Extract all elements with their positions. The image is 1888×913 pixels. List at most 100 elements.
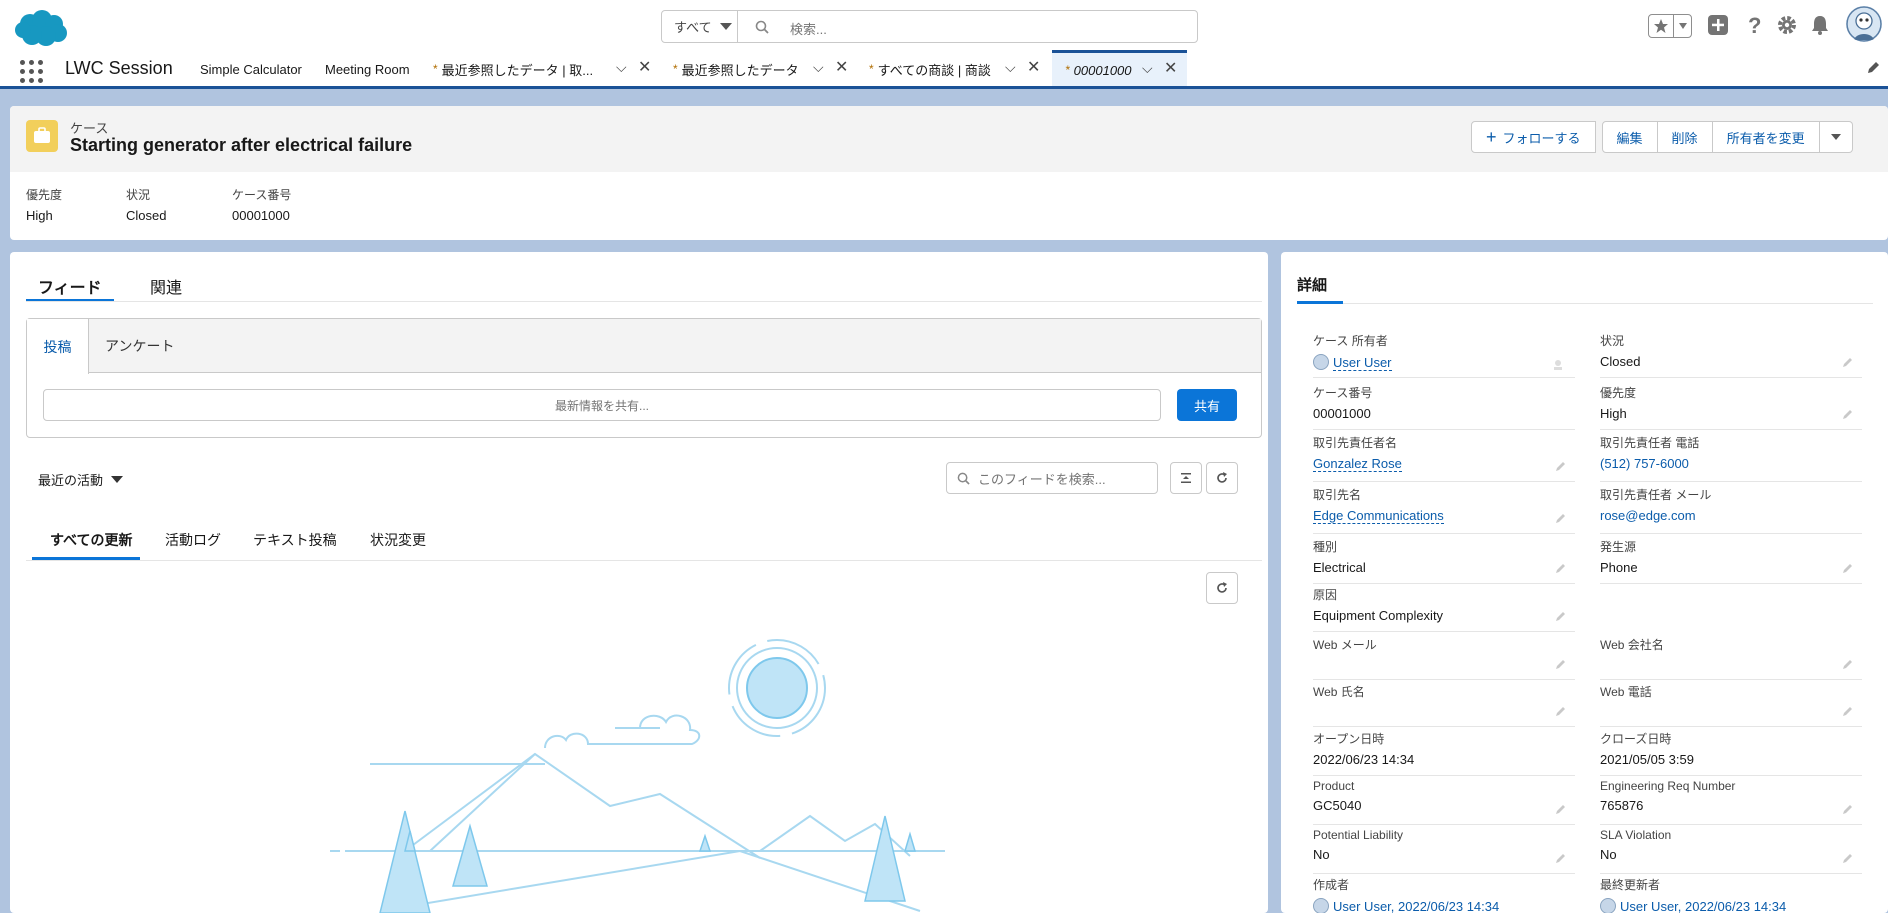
edit-pencil-icon[interactable] [1555, 562, 1567, 577]
field-type: 種別 Electrical [1313, 538, 1575, 584]
case-briefcase-icon [26, 120, 58, 152]
field-label: Engineering Req Number [1600, 779, 1736, 793]
field-value: 00001000 [1313, 406, 1371, 421]
sort-label: 最近の活動 [38, 473, 104, 488]
edit-nav-icon[interactable] [1866, 61, 1880, 75]
edit-pencil-icon[interactable] [1842, 356, 1854, 371]
edit-pencil-icon[interactable] [1555, 512, 1567, 527]
close-icon[interactable]: ✕ [1164, 58, 1177, 78]
field-label: ケース 所有者 [1313, 334, 1388, 348]
filter-tab-status-changes[interactable]: 状況変更 [370, 530, 426, 558]
help-icon[interactable]: ? [1745, 14, 1765, 36]
edit-pencil-icon[interactable] [1555, 803, 1567, 818]
bell-icon[interactable] [1810, 14, 1830, 36]
follow-button[interactable]: + フォローする [1471, 121, 1596, 153]
owner-link[interactable]: User User [1313, 354, 1575, 371]
field-label: 取引先責任者 電話 [1600, 436, 1700, 450]
nav-tab-meeting-room[interactable]: Meeting Room [325, 52, 410, 86]
nav-tab-label: 最近参照したデータ | 取... [441, 62, 594, 78]
gear-icon[interactable] [1776, 14, 1798, 36]
tab-feed[interactable]: フィード [26, 268, 114, 300]
edit-pencil-icon[interactable] [1555, 705, 1567, 720]
tab-related[interactable]: 関連 [138, 268, 194, 300]
feed-search-input[interactable]: このフィードを検索... [946, 462, 1158, 494]
global-search[interactable]: すべて 検索... [661, 10, 1198, 43]
nav-tab-label: すべての商談 | 商談 [877, 62, 991, 78]
app-launcher-icon[interactable] [20, 60, 43, 83]
nav-tab-case-00001000[interactable]: * 00001000 ⌵ ✕ [1052, 50, 1187, 86]
user-avatar[interactable] [1846, 6, 1882, 42]
chevron-down-icon[interactable]: ⌵ [1005, 59, 1016, 76]
edit-pencil-icon[interactable] [1842, 705, 1854, 720]
field-value[interactable]: (512) 757-6000 [1600, 456, 1862, 471]
share-button[interactable]: 共有 [1177, 389, 1237, 421]
avatar [1600, 898, 1616, 913]
nav-tab-recent-accounts[interactable]: * 最近参照したデータ | 取... ⌵ ✕ [433, 52, 653, 86]
nav-tab-simple-calculator[interactable]: Simple Calculator [200, 52, 302, 86]
field-origin: 発生源 Phone [1600, 538, 1862, 584]
edit-pencil-icon[interactable] [1842, 658, 1854, 673]
edit-pencil-icon[interactable] [1842, 803, 1854, 818]
publisher-tab-post[interactable]: 投稿 [27, 319, 89, 374]
field-sla-violation: SLA Violation No [1600, 828, 1862, 874]
favorites-button[interactable] [1648, 14, 1692, 38]
add-icon[interactable] [1707, 14, 1729, 36]
filter-tab-activity-log[interactable]: 活動ログ [165, 530, 221, 558]
collapse-button[interactable] [1170, 462, 1202, 494]
unsaved-marker: * [869, 62, 874, 76]
chevron-down-icon[interactable] [1674, 15, 1691, 37]
share-update-input[interactable]: 最新情報を共有... [43, 389, 1161, 421]
field-label: 取引先責任者 メール [1600, 488, 1712, 502]
chevron-down-icon[interactable]: ⌵ [1142, 60, 1153, 77]
edit-pencil-icon[interactable] [1555, 852, 1567, 867]
field-closed-date: クローズ日時 2021/05/05 3:59 [1600, 730, 1862, 776]
modified-by-link[interactable]: User User, 2022/06/23 14:34 [1600, 898, 1862, 913]
edit-pencil-icon[interactable] [1555, 460, 1567, 475]
field-label: 発生源 [1600, 540, 1637, 554]
search-scope-label: すべて [674, 20, 712, 35]
field-label: ケース番号 [1313, 386, 1373, 400]
created-by-link[interactable]: User User, 2022/06/23 14:34 [1313, 898, 1575, 913]
chevron-down-icon[interactable]: ⌵ [813, 59, 824, 76]
edit-pencil-icon[interactable] [1842, 852, 1854, 867]
edit-label: 編集 [1616, 130, 1643, 146]
field-value[interactable]: rose@edge.com [1600, 508, 1862, 523]
edit-button[interactable]: 編集 [1601, 121, 1658, 153]
account-link[interactable]: Edge Communications [1313, 508, 1575, 524]
close-icon[interactable]: ✕ [1027, 57, 1040, 77]
publisher-tab-label: 投稿 [43, 338, 72, 355]
edit-pencil-icon[interactable] [1842, 562, 1854, 577]
search-input[interactable]: 検索... [790, 19, 827, 38]
change-owner-button[interactable]: 所有者を変更 [1712, 121, 1820, 153]
field-label: Web 氏名 [1313, 685, 1365, 699]
nav-tab-recent-data[interactable]: * 最近参照したデータ ⌵ ✕ [673, 52, 853, 86]
field-account-name: 取引先名 Edge Communications [1313, 486, 1575, 534]
filter-tab-text-posts[interactable]: テキスト投稿 [253, 530, 337, 558]
edit-pencil-icon[interactable] [1555, 610, 1567, 625]
field-label: 原因 [1313, 588, 1338, 602]
chevron-down-icon[interactable]: ⌵ [616, 59, 627, 76]
feed-refresh-button[interactable] [1206, 572, 1238, 604]
close-icon[interactable]: ✕ [638, 57, 651, 77]
search-scope-select[interactable]: すべて [662, 11, 738, 42]
publisher-tabs: 投稿 アンケート [27, 319, 1261, 374]
change-owner-icon[interactable] [1553, 359, 1567, 371]
close-icon[interactable]: ✕ [835, 57, 848, 77]
field-label: Web 電話 [1600, 685, 1652, 699]
publisher-tab-survey[interactable]: アンケート [105, 336, 174, 356]
edit-pencil-icon[interactable] [1842, 408, 1854, 423]
more-actions-button[interactable] [1819, 121, 1853, 153]
tab-details[interactable]: 詳細 [1297, 274, 1327, 295]
edit-pencil-icon[interactable] [1555, 658, 1567, 673]
refresh-button[interactable] [1206, 462, 1238, 494]
avatar [1313, 898, 1329, 913]
nav-tab-all-opportunities[interactable]: * すべての商談 | 商談 ⌵ ✕ [869, 52, 1049, 86]
salesforce-logo[interactable] [12, 8, 72, 48]
star-icon[interactable] [1649, 15, 1675, 37]
refresh-icon [1217, 582, 1227, 593]
contact-link[interactable]: Gonzalez Rose [1313, 456, 1575, 472]
delete-button[interactable]: 削除 [1657, 121, 1713, 153]
global-header: すべて 検索... ? [0, 0, 1888, 52]
feed-sort-menu[interactable]: 最近の活動 [38, 470, 124, 489]
filter-tab-all-updates[interactable]: すべての更新 [50, 530, 132, 558]
